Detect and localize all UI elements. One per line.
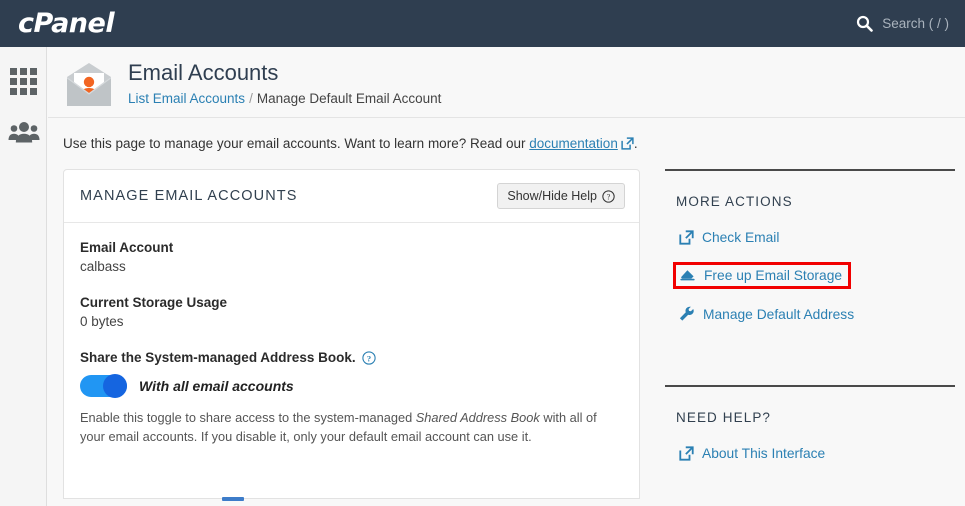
page-title: Email Accounts <box>128 60 279 85</box>
email-account-value: calbass <box>80 259 126 274</box>
cpanel-logo[interactable]: cPanel <box>18 8 115 39</box>
breadcrumb: List Email Accounts / Manage Default Email… <box>128 91 441 106</box>
breadcrumb-separator: / <box>249 91 253 107</box>
email-accounts-envelope-icon <box>63 59 115 111</box>
apps-grid-icon[interactable] <box>10 67 37 95</box>
external-link-icon <box>679 230 694 245</box>
right-sidebar: MORE ACTIONS Check Email Free up Email S… <box>665 169 955 499</box>
left-icon-sidebar <box>0 47 47 506</box>
link-label: Manage Default Address <box>703 306 855 322</box>
question-circle-icon: ? <box>602 189 615 203</box>
partially-visible-button-below-fold[interactable] <box>222 497 244 501</box>
intro-text-after: . <box>633 136 638 151</box>
address-book-toggle-row: With all email accounts <box>80 374 623 398</box>
email-account-label: Email Account <box>80 240 174 255</box>
link-label: Free up Email Storage <box>704 268 843 283</box>
search-input[interactable]: Search ( / ) <box>882 16 949 31</box>
need-help-title: NEED HELP? <box>676 410 772 425</box>
cpanel-page: cPanel Search ( / ) Email Accounts List … <box>0 0 965 506</box>
sidebar-item-user-manager[interactable] <box>0 107 47 159</box>
body-columns: MANAGE EMAIL ACCOUNTS Show/Hide Help ? E… <box>48 151 965 501</box>
show-hide-help-label: Show/Hide Help <box>507 189 597 203</box>
more-actions-title: MORE ACTIONS <box>676 194 793 209</box>
address-book-toggle-switch[interactable] <box>80 374 127 398</box>
page-header: Email Accounts List Email Accounts / Manag… <box>48 47 965 118</box>
wrench-icon <box>679 306 695 322</box>
show-hide-help-button[interactable]: Show/Hide Help ? <box>497 183 625 209</box>
intro-text: Use this page to manage your email accou… <box>48 118 965 151</box>
intro-text-before: Use this page to manage your email accou… <box>63 136 526 151</box>
main-content: Email Accounts List Email Accounts / Manag… <box>48 47 965 506</box>
top-header-bar: cPanel Search ( / ) <box>0 0 965 47</box>
manage-email-accounts-panel: MANAGE EMAIL ACCOUNTS Show/Hide Help ? E… <box>63 169 640 501</box>
panel-body: Email Account calbass Current Storage Us… <box>64 223 639 446</box>
global-search[interactable]: Search ( / ) <box>856 0 949 47</box>
panel-title: MANAGE EMAIL ACCOUNTS <box>80 188 298 204</box>
svg-text:?: ? <box>607 192 611 201</box>
storage-usage-label: Current Storage Usage <box>80 295 228 310</box>
svg-text:?: ? <box>366 353 370 363</box>
more-actions-link-check-email[interactable]: Check Email <box>676 228 782 247</box>
toggle-desc-emphasis: Shared Address Book <box>415 410 540 425</box>
question-circle-icon[interactable]: ? <box>361 350 376 365</box>
panel-header: MANAGE EMAIL ACCOUNTS Show/Hide Help ? <box>64 170 639 223</box>
more-actions-link-manage-default-address[interactable]: Manage Default Address <box>676 304 857 324</box>
link-label: Check Email <box>702 230 780 245</box>
toggle-knob <box>103 374 127 398</box>
address-book-toggle-label-text: Share the System-managed Address Book. <box>80 350 356 365</box>
sidebar-item-apps[interactable] <box>0 55 47 107</box>
eraser-icon <box>680 268 696 283</box>
toggle-desc-part1: Enable this toggle to share access to th… <box>80 410 413 425</box>
external-link-icon[interactable] <box>621 137 634 150</box>
need-help-divider <box>665 385 955 387</box>
more-actions-link-free-up-email-storage[interactable]: Free up Email Storage <box>673 262 852 289</box>
external-link-icon <box>679 446 694 461</box>
search-icon[interactable] <box>856 15 874 32</box>
more-actions-divider <box>665 169 955 171</box>
address-book-toggle-label: Share the System-managed Address Book. ? <box>80 350 623 365</box>
address-book-toggle-description: Enable this toggle to share access to th… <box>80 408 620 446</box>
documentation-link[interactable]: documentation <box>529 136 618 151</box>
breadcrumb-link-list-email-accounts[interactable]: List Email Accounts <box>128 91 245 106</box>
need-help-link-about-this-interface[interactable]: About This Interface <box>676 444 828 463</box>
breadcrumb-current: Manage Default Email Account <box>256 91 442 107</box>
storage-usage-value: 0 bytes <box>80 314 124 329</box>
link-label: About This Interface <box>702 446 826 461</box>
users-group-icon[interactable] <box>8 121 40 145</box>
toggle-state-text: With all email accounts <box>139 378 294 394</box>
